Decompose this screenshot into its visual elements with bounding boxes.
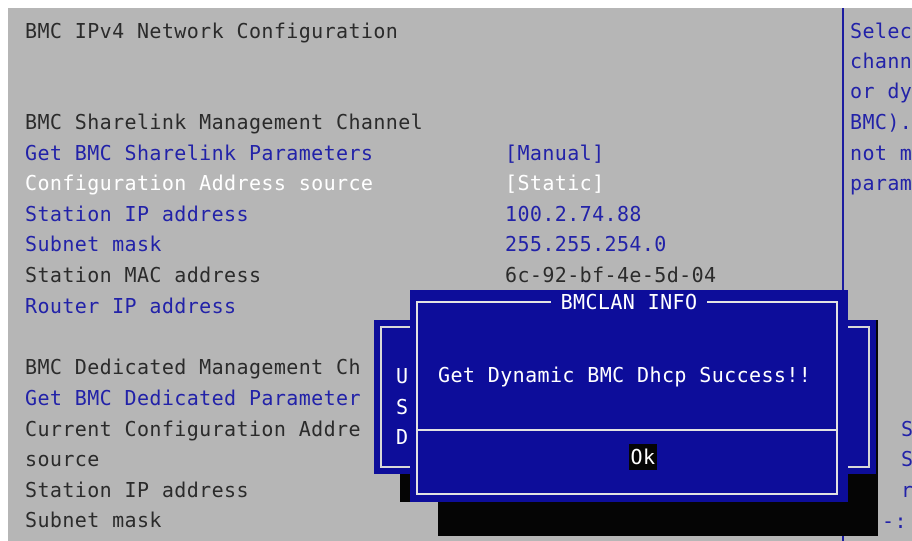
sharelink-header: BMC Sharelink Management Channel — [25, 110, 424, 134]
dedicated-station-ip-label: Station IP address — [25, 478, 249, 502]
current-config-address-label: Current Configuration Addre — [25, 417, 361, 441]
router-ip-label[interactable]: Router IP address — [25, 293, 237, 319]
station-ip-value[interactable]: 100.2.74.88 — [505, 201, 642, 227]
bmclan-info-dialog: BMCLAN INFO Get Dynamic BMC Dhcp Success… — [410, 290, 848, 502]
background-dialog-text: U — [396, 364, 409, 388]
background-dialog-text: D — [396, 425, 409, 449]
dedicated-subnet-label: Subnet mask — [25, 508, 162, 532]
section-title: BMC IPv4 Network Configuration — [25, 19, 399, 43]
help-line: BMC). — [850, 110, 912, 134]
bios-setup-screen: BMC IPv4 Network Configuration BMC Share… — [8, 8, 912, 541]
help-line: chann — [850, 49, 912, 73]
dialog-separator — [416, 429, 838, 431]
help-fragment: -: — [882, 509, 907, 533]
get-sharelink-params-label[interactable]: Get BMC Sharelink Parameters — [25, 140, 373, 166]
dialog-title: BMCLAN INFO — [550, 290, 708, 314]
help-fragment: S — [901, 417, 912, 441]
subnet-mask-value[interactable]: 255.255.254.0 — [505, 231, 667, 257]
ok-button[interactable]: Ok — [629, 444, 657, 470]
config-address-source-label[interactable]: Configuration Address source — [25, 170, 373, 196]
dialog-frame — [416, 301, 838, 495]
station-mac-label: Station MAC address — [25, 263, 262, 287]
config-address-source-value[interactable]: [Static] — [505, 170, 605, 196]
help-line: Selec — [850, 19, 912, 43]
help-fragment: S — [901, 447, 912, 471]
station-ip-label[interactable]: Station IP address — [25, 201, 249, 227]
dialog-message: Get Dynamic BMC Dhcp Success!! — [438, 363, 812, 387]
current-config-address-label-cont: source — [25, 447, 100, 471]
background-dialog-text: S — [396, 395, 409, 419]
get-sharelink-params-value[interactable]: [Manual] — [505, 140, 605, 166]
help-line: or dy — [850, 79, 912, 103]
station-mac-value: 6c-92-bf-4e-5d-04 — [505, 263, 717, 287]
subnet-mask-label[interactable]: Subnet mask — [25, 231, 162, 257]
dialog-shadow-bottom — [438, 502, 878, 536]
help-fragment: r — [901, 478, 912, 502]
dedicated-header: BMC Dedicated Management Ch — [25, 355, 361, 379]
help-line: param — [850, 171, 912, 195]
get-dedicated-params-label[interactable]: Get BMC Dedicated Parameter — [25, 385, 361, 411]
help-line: not m — [850, 141, 912, 165]
